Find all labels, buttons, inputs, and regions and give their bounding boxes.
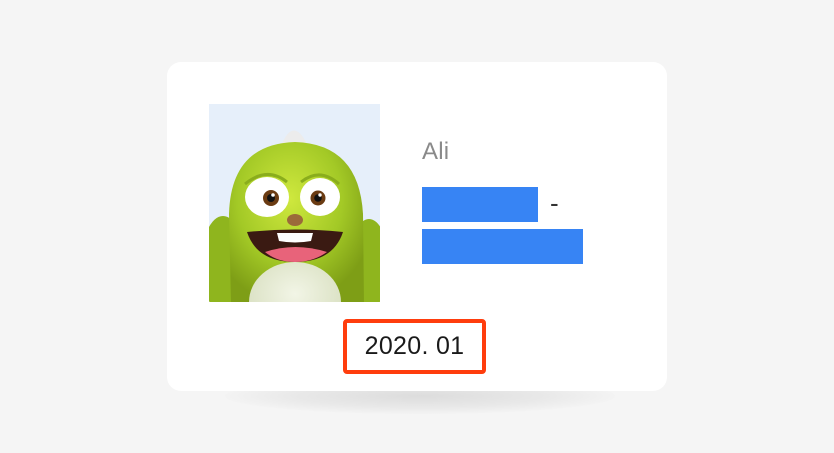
user-name: Ali xyxy=(422,138,450,165)
avatar xyxy=(209,104,380,302)
monster-avatar-icon xyxy=(209,104,380,302)
redacted-block xyxy=(422,229,583,264)
separator-dash: - xyxy=(550,188,559,218)
profile-card: Ali - 2020. 01 xyxy=(167,62,667,391)
screenshot-frame: Ali - 2020. 01 xyxy=(0,0,834,453)
redacted-block xyxy=(422,187,538,222)
date-highlight-box: 2020. 01 xyxy=(343,319,486,374)
date-label: 2020. 01 xyxy=(364,332,465,360)
